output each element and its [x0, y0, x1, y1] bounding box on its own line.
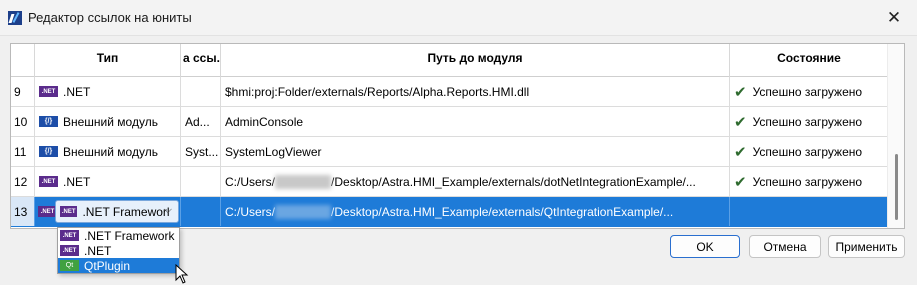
external-module-icon: {/}	[39, 146, 58, 157]
option-label: QtPlugin	[84, 258, 131, 273]
state-text: Успешно загружено	[752, 174, 863, 189]
header-state[interactable]: Состояние	[730, 44, 888, 77]
qt-icon: Qt	[60, 260, 79, 271]
path-cell[interactable]: C:/Users/ /Desktop/Astra.HMI_Example/ext…	[221, 197, 730, 226]
external-module-icon: {/}	[39, 116, 58, 127]
type-cell[interactable]: .NET .NET .NET Frameworl ⌵	[35, 197, 181, 226]
units-grid[interactable]: · Тип а ссы. Путь до модуля Состояние 9 …	[10, 43, 905, 229]
checkmark-icon: ✔	[734, 143, 747, 161]
type-cell[interactable]: {/} Внешний модуль	[35, 107, 181, 136]
ref-cell[interactable]: Syst...	[181, 137, 221, 166]
type-cell[interactable]: .NET .NET	[35, 167, 181, 196]
state-text: Успешно загружено	[752, 114, 863, 129]
row-number-cell: 12	[11, 167, 35, 196]
app-logo-icon	[8, 11, 22, 25]
row-number-cell: 9	[11, 77, 35, 106]
ref-cell[interactable]	[181, 77, 221, 106]
dropdown-option-qtplugin[interactable]: Qt QtPlugin	[58, 258, 179, 273]
vertical-scrollbar[interactable]	[887, 44, 904, 228]
row-number-cell: 10	[11, 107, 35, 136]
table-row[interactable]: 12 .NET .NET C:/Users/ /Desktop/Astra.HM…	[11, 167, 888, 197]
path-prefix: C:/Users/	[225, 174, 276, 189]
redacted-username	[275, 174, 332, 189]
table-row-selected[interactable]: 13 .NET .NET .NET Frameworl ⌵ C:/Users/ …	[11, 197, 888, 227]
dotnet-icon: .NET	[60, 206, 78, 217]
redacted-username	[275, 204, 332, 219]
row-number-cell: 11	[11, 137, 35, 166]
table-row[interactable]: 10 {/} Внешний модуль Ad... AdminConsole…	[11, 107, 888, 137]
dropdown-option-net[interactable]: .NET .NET	[58, 243, 179, 258]
type-combobox[interactable]: .NET .NET Frameworl ⌵	[55, 200, 179, 223]
chevron-down-icon[interactable]: ⌵	[164, 204, 172, 217]
header-reference[interactable]: а ссы.	[181, 44, 221, 77]
type-cell[interactable]: .NET .NET	[35, 77, 181, 106]
type-cell-text: .NET	[63, 174, 91, 189]
close-button[interactable]: ✕	[871, 0, 917, 36]
table-row[interactable]: 11 {/} Внешний модуль Syst... SystemLogV…	[11, 137, 888, 167]
type-cell-text: Внешний модуль	[63, 114, 158, 129]
header-module-path[interactable]: Путь до модуля	[221, 44, 730, 77]
type-cell[interactable]: {/} Внешний модуль	[35, 137, 181, 166]
state-cell	[730, 197, 888, 226]
ref-cell[interactable]	[181, 167, 221, 196]
mouse-cursor-icon	[175, 264, 189, 284]
row-number-cell: 13	[11, 197, 35, 226]
state-text: Успешно загружено	[752, 84, 863, 99]
ok-button[interactable]: OK	[670, 235, 740, 258]
state-cell: ✔ Успешно загружено	[730, 77, 888, 106]
dotnet-icon: .NET	[39, 86, 58, 97]
checkmark-icon: ✔	[734, 83, 747, 101]
path-prefix: C:/Users/	[225, 204, 276, 219]
path-suffix: /Desktop/Astra.HMI_Example/externals/QtI…	[331, 204, 674, 219]
dotnet-icon: .NET	[39, 176, 58, 187]
type-dropdown-list[interactable]: .NET .NET Framework .NET .NET Qt QtPlugi…	[57, 227, 180, 274]
title-bar: Редактор ссылок на юниты ✕	[0, 0, 917, 36]
scrollbar-thumb[interactable]	[895, 154, 898, 220]
path-cell[interactable]: $hmi:proj:Folder/externals/Reports/Alpha…	[221, 77, 730, 106]
type-cell-text: Внешний модуль	[63, 144, 158, 159]
path-cell[interactable]: AdminConsole	[221, 107, 730, 136]
path-suffix: /Desktop/Astra.HMI_Example/externals/dot…	[331, 174, 696, 189]
path-cell[interactable]: SystemLogViewer	[221, 137, 730, 166]
option-label: .NET	[84, 243, 112, 258]
ref-cell[interactable]: Ad...	[181, 107, 221, 136]
state-cell: ✔ Успешно загружено	[730, 107, 888, 136]
apply-button[interactable]: Применить	[828, 235, 905, 258]
cancel-button[interactable]: Отмена	[749, 235, 821, 258]
header-type[interactable]: Тип	[35, 44, 181, 77]
state-cell: ✔ Успешно загружено	[730, 167, 888, 196]
window-title: Редактор ссылок на юниты	[28, 10, 192, 25]
path-cell[interactable]: C:/Users/ /Desktop/Astra.HMI_Example/ext…	[221, 167, 730, 196]
table-row[interactable]: 9 .NET .NET $hmi:proj:Folder/externals/R…	[11, 77, 888, 107]
dotnet-icon: .NET	[60, 245, 79, 256]
checkmark-icon: ✔	[734, 173, 747, 191]
ref-cell[interactable]	[181, 197, 221, 226]
header-num[interactable]	[11, 44, 35, 77]
grid-header: Тип а ссы. Путь до модуля Состояние	[11, 44, 888, 77]
state-text: Успешно загружено	[752, 144, 863, 159]
checkmark-icon: ✔	[734, 113, 747, 131]
option-label: .NET Framework	[84, 228, 175, 243]
type-cell-text: .NET	[63, 84, 91, 99]
state-cell: ✔ Успешно загружено	[730, 137, 888, 166]
dotnet-icon: .NET	[60, 230, 79, 241]
dropdown-option-net-framework[interactable]: .NET .NET Framework	[58, 228, 179, 243]
